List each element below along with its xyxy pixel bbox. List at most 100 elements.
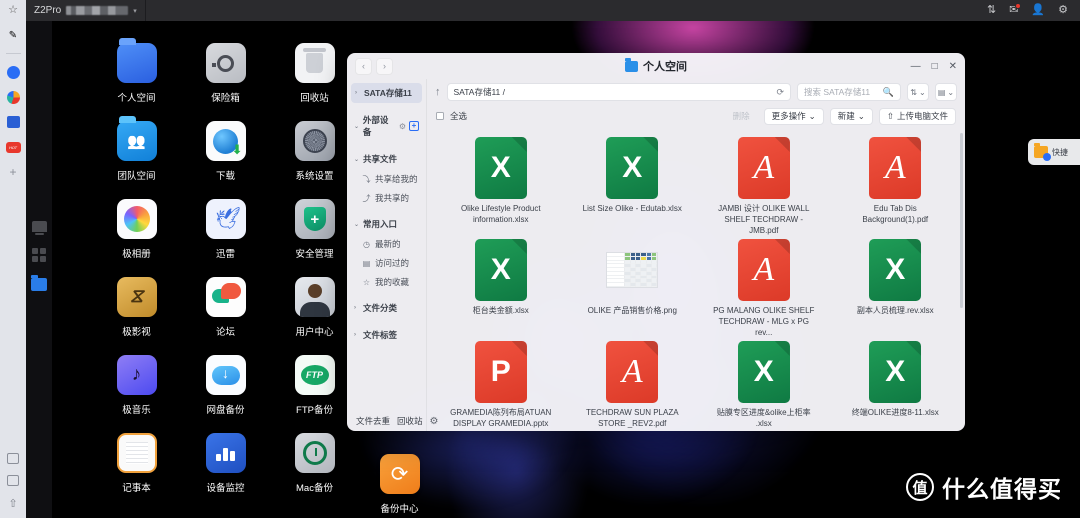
desktop-icon-mac-backup[interactable]: Mac备份: [270, 433, 359, 511]
desktop-icon-video[interactable]: ⧖ 极影视: [92, 277, 181, 355]
desktop-icon-team-space[interactable]: 团队空间: [92, 116, 181, 199]
upload-button[interactable]: ⇧ 上传电脑文件: [878, 107, 956, 125]
refresh-icon[interactable]: ⟳: [776, 87, 784, 98]
sidebar-item-favorites[interactable]: ☆ 我的收藏: [351, 273, 422, 291]
download-icon[interactable]: ⇧: [8, 497, 17, 510]
watermark-logo: 值: [906, 473, 934, 501]
camera-icon[interactable]: [7, 453, 19, 464]
image-icon[interactable]: [7, 475, 19, 486]
view-mode-button[interactable]: ▤ ⌄: [935, 83, 957, 101]
desktop-icon-label: 备份中心: [380, 504, 419, 515]
forward-button[interactable]: ›: [376, 57, 393, 75]
dock-folder-icon[interactable]: [31, 275, 47, 291]
add-device-icon[interactable]: +: [409, 121, 419, 131]
settings-gear-icon[interactable]: ⚙: [1058, 5, 1068, 16]
browser-side-rail: ✎ HOT + ⇧: [0, 21, 26, 518]
desktop-icon-label: 用户中心: [295, 327, 334, 338]
file-item[interactable]: A JAMBI 设计 OLIKE WALL SHELF TECHDRAW - J…: [700, 133, 828, 235]
file-name: JAMBI 设计 OLIKE WALL SHELF TECHDRAW - JMB…: [718, 204, 810, 235]
transfer-icon[interactable]: ⇅: [987, 5, 996, 16]
more-actions-button[interactable]: 更多操作 ⌄: [763, 107, 824, 125]
minimize-button[interactable]: —: [911, 61, 921, 72]
close-button[interactable]: ✕: [949, 61, 957, 72]
browser-tab[interactable]: Z2Pro ▾: [26, 0, 146, 21]
star-icon[interactable]: ☆: [8, 5, 18, 16]
gear-icon[interactable]: ⚙: [399, 122, 406, 131]
blue-dot-icon[interactable]: [5, 64, 21, 80]
desktop-icon-safe-box[interactable]: 保险箱: [181, 43, 270, 121]
search-icon[interactable]: 🔍: [883, 87, 894, 98]
people-icon[interactable]: [5, 114, 21, 130]
desktop-icon-ftp-backup[interactable]: FTP FTP备份: [270, 355, 359, 433]
sidebar-item-shared-with-me[interactable]: ⤵ 共享给我的: [351, 170, 422, 188]
back-button[interactable]: ‹: [355, 57, 372, 75]
file-item[interactable]: OLIKE 产品销售价格.png: [569, 235, 697, 337]
screen: ☆ Z2Pro ▾ ⇅ ✉ 👤 ⚙ ✎ HOT + ⇧ 个人空间 保险箱 回收站…: [0, 0, 1080, 518]
sort-button[interactable]: ⇅ ⌄: [907, 83, 929, 101]
chevron-down-icon: ⌄: [354, 156, 360, 163]
dock-apps-grid-icon[interactable]: [32, 248, 46, 262]
desktop-icon-label: 系统设置: [295, 171, 334, 182]
vertical-scrollbar[interactable]: [960, 133, 963, 308]
security-shield-icon: +: [294, 199, 335, 239]
new-button[interactable]: 新建 ⌄: [829, 107, 873, 125]
select-all-checkbox[interactable]: [436, 112, 444, 120]
desktop-icon-download[interactable]: ⬇ 下载: [181, 121, 270, 199]
desktop-icon-forum[interactable]: 论坛: [181, 277, 270, 355]
chevron-down-icon[interactable]: ▾: [133, 7, 137, 15]
sidebar-item-shared-by-me[interactable]: ⤴ 我共享的: [351, 189, 422, 207]
desktop-icon-label: 设备监控: [206, 483, 245, 494]
search-input[interactable]: 搜索 SATA存储11 🔍: [797, 83, 901, 101]
shortcut-toast[interactable]: 快捷: [1028, 139, 1080, 165]
sidebar-item-sata-storage[interactable]: › SATA存储11: [351, 83, 422, 103]
file-item[interactable]: A PG MALANG OLIKE SHELF TECHDRAW - MLG x…: [700, 235, 828, 337]
sidebar-item-shared-files[interactable]: ⌄ 共享文件: [351, 149, 422, 169]
personal-space-folder-icon: [116, 38, 157, 83]
file-item[interactable]: X 柜台类金额.xlsx: [437, 235, 565, 337]
red-app-icon[interactable]: HOT: [5, 139, 21, 155]
desktop-icon-music[interactable]: ♪ 极音乐: [92, 355, 181, 433]
file-item[interactable]: P GRAMEDIA陈列布局ATUAN DISPLAY GRAMEDIA.ppt…: [437, 337, 565, 431]
dock-monitor-icon[interactable]: [31, 221, 47, 235]
path-input[interactable]: SATA存储11 / ⟳: [446, 83, 791, 101]
desktop-icon-notepad[interactable]: 记事本: [92, 433, 181, 511]
file-item[interactable]: A Edu Tab Dis Background(1).pdf: [832, 133, 960, 235]
sidebar-item-common-entries[interactable]: ⌄ 常用入口: [351, 214, 422, 234]
desktop-icon-system-settings[interactable]: 系统设置: [270, 121, 359, 199]
sidebar-item-file-categories[interactable]: › 文件分类: [351, 298, 422, 318]
maximize-button[interactable]: □: [932, 61, 938, 72]
sidebar-item-recent[interactable]: ◷ 最新的: [351, 235, 422, 253]
recycle-bin-button[interactable]: 回收站: [397, 415, 423, 427]
file-item[interactable]: X Olike Lifestyle Product information.xl…: [437, 133, 565, 235]
desktop-icon-user-center[interactable]: 用户中心: [270, 277, 359, 355]
desktop-icon-personal-space[interactable]: 个人空间: [92, 38, 181, 121]
up-arrow-icon[interactable]: ↑: [435, 86, 441, 98]
mail-icon[interactable]: ✉: [1009, 3, 1022, 16]
chevron-down-icon: ⌄: [354, 221, 360, 228]
desktop-icon-photo-album[interactable]: 极相册: [92, 199, 181, 277]
file-item[interactable]: X List Size Olike - Edutab.xlsx: [569, 133, 697, 235]
desktop-icon-backup-center[interactable]: ⟳ 备份中心: [355, 454, 444, 515]
sidebar-item-visited[interactable]: ▤ 访问过的: [351, 254, 422, 272]
sidebar-item-label: 文件分类: [363, 303, 398, 313]
desktop-icon-cloud-backup[interactable]: 网盘备份: [181, 355, 270, 433]
desktop-icon-device-monitor[interactable]: 设备监控: [181, 433, 270, 511]
delete-button[interactable]: 删除: [725, 108, 758, 125]
dedupe-button[interactable]: 文件去重: [356, 415, 390, 427]
file-manager-titlebar: ‹ › 个人空间 — □ ✕: [347, 53, 965, 79]
file-item[interactable]: X 副本人员梳理.rev.xlsx: [832, 235, 960, 337]
desktop-icon-recycle-bin[interactable]: 回收站: [270, 43, 359, 121]
pen-tool-icon[interactable]: ✎: [5, 27, 21, 43]
desktop-icon-thunder[interactable]: 🕊 迅雷: [181, 199, 270, 277]
sidebar-item-file-tags[interactable]: › 文件标签: [351, 325, 422, 345]
settings-gear-icon[interactable]: ⚙: [430, 416, 439, 427]
add-icon[interactable]: +: [5, 164, 21, 180]
sidebar-item-external-devices[interactable]: ⌄ 外部设备 ⚙ +: [351, 110, 422, 142]
safe-box-icon: [205, 43, 246, 83]
account-icon[interactable]: 👤: [1031, 5, 1045, 16]
file-item[interactable]: X 终端OLIKE进度8-11.xlsx: [832, 337, 960, 431]
desktop-icon-security[interactable]: + 安全管理: [270, 199, 359, 277]
file-item[interactable]: X 贴膜专区进度&olike上柜率 .xlsx: [700, 337, 828, 431]
color-ring-icon[interactable]: [5, 89, 21, 105]
file-item[interactable]: A TECHDRAW SUN PLAZA STORE _REV2.pdf: [569, 337, 697, 431]
